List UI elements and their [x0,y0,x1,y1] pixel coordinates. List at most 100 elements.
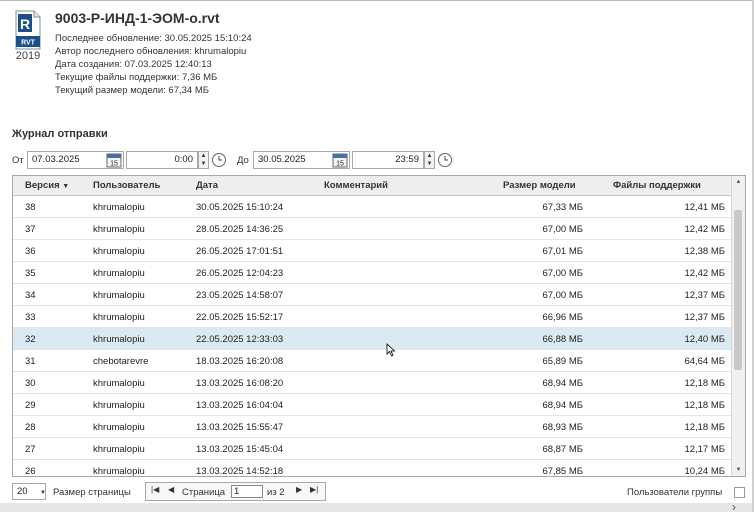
date-cell: 26.05.2025 12:04:23 [196,268,284,279]
column-support-files[interactable]: Файлы поддержки [613,180,701,191]
scroll-down-icon[interactable]: ▼ [732,465,745,475]
calendar-day: 15 [110,161,118,168]
rvt-badge-text: RVT [21,40,36,47]
table-row[interactable]: 33 khrumalopiu 22.05.2025 15:52:17 66,96 МБ… [13,306,733,328]
page-size-label: Размер страницы [53,487,131,498]
page-label: Страница [182,487,226,498]
model-size-cell: 68,87 МБ [542,444,583,455]
scroll-up-icon[interactable]: ▲ [732,177,745,187]
support-files-cell: 12,18 МБ [684,378,725,389]
model-size-cell: 68,94 МБ [542,400,583,411]
group-users-checkbox[interactable] [734,487,745,498]
calendar-icon[interactable]: 15 [332,152,348,168]
from-label: От [12,155,24,166]
table-body: 38 khrumalopiu 30.05.2025 15:10:24 67,33 МБ… [13,196,733,477]
page-count: из 2 [267,487,285,498]
support-files-cell: 12,40 МБ [684,334,725,345]
version-cell: 28 [25,422,36,433]
date-cell: 13.03.2025 14:52:18 [196,466,284,477]
date-cell: 13.03.2025 15:55:47 [196,422,284,433]
date-cell: 26.05.2025 17:01:51 [196,246,284,257]
journal-title: Журнал отправки [12,128,108,140]
column-user[interactable]: Пользователь [93,180,160,191]
file-title: 9003-Р-ИНД-1-ЭОМ-о.rvt [55,10,220,26]
support-files-cell: 12,37 МБ [684,290,725,301]
version-cell: 38 [25,202,36,213]
table-row[interactable]: 27 khrumalopiu 13.03.2025 15:45:04 68,87 МБ… [13,438,733,460]
support-files-cell: 12,18 МБ [684,422,725,433]
support-files-cell: 12,41 МБ [684,202,725,213]
table-row[interactable]: 29 khrumalopiu 13.03.2025 16:04:04 68,94 МБ… [13,394,733,416]
pagination: |◀ ◀ Страница 1 из 2 ▶ ▶| [145,482,326,501]
rvt-file-icon: R RVT [15,10,41,50]
user-cell: khrumalopiu [93,466,145,477]
horizontal-scrollbar[interactable]: › [0,500,752,514]
date-cell: 13.03.2025 16:08:20 [196,378,284,389]
table-row[interactable]: 38 khrumalopiu 30.05.2025 15:10:24 67,33 МБ… [13,196,733,218]
next-page-icon[interactable]: ▶ [296,485,302,494]
date-cell: 28.05.2025 14:36:25 [196,224,284,235]
last-page-icon[interactable]: ▶| [310,485,318,494]
version-cell: 32 [25,334,36,345]
model-size-cell: 67,85 МБ [542,466,583,477]
support-files-cell: 12,42 МБ [684,224,725,235]
support-files-cell: 64,64 МБ [684,356,725,367]
table-row[interactable]: 35 khrumalopiu 26.05.2025 12:04:23 67,00 МБ… [13,262,733,284]
table-row[interactable]: 34 khrumalopiu 23.05.2025 14:58:07 67,00 МБ… [13,284,733,306]
model-size: Текущий размер модели: 67,34 МБ [55,85,209,96]
model-size-cell: 66,96 МБ [542,312,583,323]
column-version[interactable]: Версия ▼ [25,180,69,191]
model-size-cell: 66,88 МБ [542,334,583,345]
version-cell: 34 [25,290,36,301]
table-row[interactable]: 30 khrumalopiu 13.03.2025 16:08:20 68,94 МБ… [13,372,733,394]
table-row[interactable]: 31 chebotarevre 18.03.2025 16:20:08 65,89 М… [13,350,733,372]
support-files-cell: 12,17 МБ [684,444,725,455]
scrollbar-thumb[interactable] [734,210,742,370]
support-files-cell: 12,37 МБ [684,312,725,323]
model-size-cell: 67,00 МБ [542,224,583,235]
vertical-scrollbar[interactable]: ▲ ▼ [731,176,745,476]
version-cell: 37 [25,224,36,235]
page-number-input[interactable]: 1 [231,485,263,498]
last-update: Последнее обновление: 30.05.2025 15:10:2… [55,33,252,44]
to-time-input[interactable]: 23:59 [352,151,424,169]
version-cell: 31 [25,356,36,367]
table-row[interactable]: 28 khrumalopiu 13.03.2025 15:55:47 68,93 МБ… [13,416,733,438]
window-top-border [0,0,754,1]
mouse-cursor-icon [386,343,396,357]
column-date[interactable]: Дата [196,180,218,191]
version-cell: 36 [25,246,36,257]
last-update-author: Автор последнего обновления: khrumalopiu [55,46,247,57]
table-row[interactable]: 32 khrumalopiu 22.05.2025 12:33:03 66,88 МБ… [13,328,733,350]
calendar-icon[interactable]: 15 [106,152,122,168]
version-cell: 27 [25,444,36,455]
to-time-spinner[interactable]: ▲ ▼ [424,151,435,169]
table-row[interactable]: 26 khrumalopiu 13.03.2025 14:52:18 67,85 МБ… [13,460,733,477]
column-model-size[interactable]: Размер модели [503,180,576,191]
user-cell: khrumalopiu [93,246,145,257]
sort-desc-icon: ▼ [62,183,70,190]
model-size-cell: 67,01 МБ [542,246,583,257]
created-date: Дата создания: 07.03.2025 12:40:13 [55,59,212,70]
user-cell: khrumalopiu [93,400,145,411]
column-version-label: Версия [25,180,60,191]
from-time-input[interactable]: 0:00 [126,151,198,169]
model-size-cell: 68,93 МБ [542,422,583,433]
group-users-label: Пользователи группы [627,487,723,498]
prev-page-icon[interactable]: ◀ [168,485,174,494]
model-size-cell: 67,33 МБ [542,202,583,213]
table-row[interactable]: 36 khrumalopiu 26.05.2025 17:01:51 67,01 МБ… [13,240,733,262]
date-cell: 13.03.2025 16:04:04 [196,400,284,411]
clock-icon[interactable] [437,152,453,168]
column-comment[interactable]: Комментарий [324,180,388,191]
calendar-day: 15 [336,161,344,168]
model-size-cell: 68,94 МБ [542,378,583,389]
support-files-cell: 12,42 МБ [684,268,725,279]
first-page-icon[interactable]: |◀ [151,485,159,494]
clock-icon[interactable] [211,152,227,168]
chevron-down-icon[interactable]: ▼ [40,490,46,496]
version-cell: 29 [25,400,36,411]
from-time-spinner[interactable]: ▲ ▼ [198,151,209,169]
date-cell: 22.05.2025 15:52:17 [196,312,284,323]
table-row[interactable]: 37 khrumalopiu 28.05.2025 14:36:25 67,00 МБ… [13,218,733,240]
